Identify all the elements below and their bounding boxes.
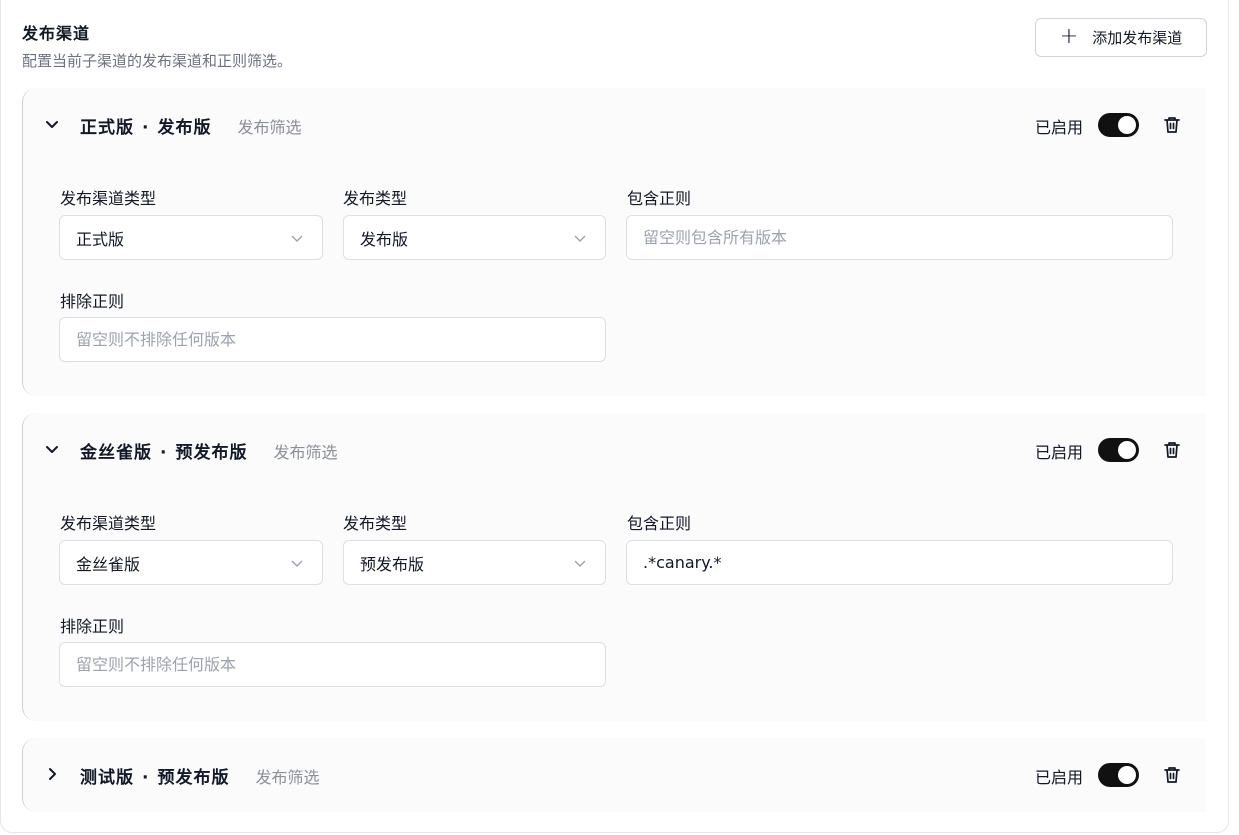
release-type-select[interactable]: 发布版 <box>343 215 606 260</box>
channel-type-value: 金丝雀版 <box>76 554 141 574</box>
release-type-value: 预发布版 <box>360 554 425 574</box>
include-regex-input[interactable] <box>643 228 1156 247</box>
release-type-label: 发布类型 <box>343 189 408 208</box>
section-header: 发布渠道 配置当前子渠道的发布渠道和正则筛选。 <box>22 20 292 71</box>
title-separator: · <box>160 443 168 463</box>
enabled-label: 已启用 <box>1035 443 1084 462</box>
add-release-channel-button[interactable]: + 添加发布渠道 <box>1035 18 1207 57</box>
channel-release: 预发布版 <box>175 443 248 463</box>
channel-type-label: 发布渠道类型 <box>60 514 157 533</box>
channel-card-header[interactable]: 正式版 · 发布版 发布筛选 已启用 <box>23 88 1206 162</box>
trash-icon[interactable] <box>1161 439 1183 461</box>
exclude-regex-input[interactable] <box>76 330 589 349</box>
channel-name: 金丝雀版 <box>80 443 152 463</box>
channel-card: 正式版 · 发布版 发布筛选 已启用 发布渠道类型 正式版 发布类型 发布版 包含正则… <box>22 88 1206 396</box>
channel-card-title: 金丝雀版 · 预发布版 发布筛选 <box>80 438 337 463</box>
channel-card-header[interactable]: 测试版 · 预发布版 发布筛选 已启用 <box>23 738 1206 812</box>
channel-type-value: 正式版 <box>76 229 125 249</box>
enabled-label: 已启用 <box>1035 768 1084 787</box>
exclude-regex-label: 排除正则 <box>60 292 125 311</box>
channel-type-select[interactable]: 金丝雀版 <box>59 540 323 585</box>
trash-icon[interactable] <box>1161 114 1183 136</box>
channel-card-header[interactable]: 金丝雀版 · 预发布版 发布筛选 已启用 <box>23 413 1206 487</box>
release-type-value: 发布版 <box>360 229 409 249</box>
toggle-knob <box>1118 116 1136 134</box>
channel-card-title: 测试版 · 预发布版 发布筛选 <box>80 763 319 788</box>
include-regex-field[interactable] <box>626 215 1173 260</box>
chevron-down-icon[interactable] <box>43 440 61 458</box>
enabled-toggle[interactable] <box>1098 438 1139 462</box>
toggle-knob <box>1118 441 1136 459</box>
exclude-regex-label: 排除正则 <box>60 617 125 636</box>
section-title: 发布渠道 <box>22 24 91 43</box>
channel-card: 金丝雀版 · 预发布版 发布筛选 已启用 发布渠道类型 金丝雀版 发布类型 预发布版 … <box>22 413 1206 721</box>
section-description: 配置当前子渠道的发布渠道和正则筛选。 <box>22 52 293 70</box>
channel-card-title: 正式版 · 发布版 发布筛选 <box>80 113 301 138</box>
exclude-regex-field[interactable] <box>59 317 606 362</box>
chevron-down-icon <box>291 560 303 567</box>
enabled-toggle[interactable] <box>1098 113 1139 137</box>
chevron-down-icon[interactable] <box>43 115 61 133</box>
include-regex-input[interactable] <box>643 553 1156 572</box>
channel-name: 测试版 <box>80 768 134 788</box>
chevron-down-icon <box>574 235 586 242</box>
include-regex-field[interactable] <box>626 540 1173 585</box>
channel-filter-subtitle: 发布筛选 <box>237 118 302 137</box>
add-button-label: 添加发布渠道 <box>1092 29 1183 47</box>
plus-icon: + <box>1059 23 1079 49</box>
release-type-select[interactable]: 预发布版 <box>343 540 606 585</box>
title-separator: · <box>142 118 150 138</box>
include-regex-label: 包含正则 <box>627 189 692 208</box>
trash-icon[interactable] <box>1161 764 1183 786</box>
title-separator: · <box>142 768 150 788</box>
channel-release: 预发布版 <box>157 768 230 788</box>
chevron-down-icon <box>291 235 303 242</box>
channel-filter-subtitle: 发布筛选 <box>255 768 320 787</box>
exclude-regex-input[interactable] <box>76 655 589 674</box>
release-type-label: 发布类型 <box>343 514 408 533</box>
enabled-label: 已启用 <box>1035 118 1084 137</box>
channel-name: 正式版 <box>80 118 134 138</box>
include-regex-label: 包含正则 <box>627 514 692 533</box>
chevron-down-icon <box>574 560 586 567</box>
channel-release: 发布版 <box>157 118 212 138</box>
chevron-right-icon[interactable] <box>43 765 61 783</box>
channel-card: 测试版 · 预发布版 发布筛选 已启用 <box>22 738 1206 812</box>
channel-filter-subtitle: 发布筛选 <box>273 443 338 462</box>
exclude-regex-field[interactable] <box>59 642 606 687</box>
toggle-knob <box>1118 766 1136 784</box>
channel-type-label: 发布渠道类型 <box>60 189 157 208</box>
channel-type-select[interactable]: 正式版 <box>59 215 323 260</box>
enabled-toggle[interactable] <box>1098 763 1139 787</box>
